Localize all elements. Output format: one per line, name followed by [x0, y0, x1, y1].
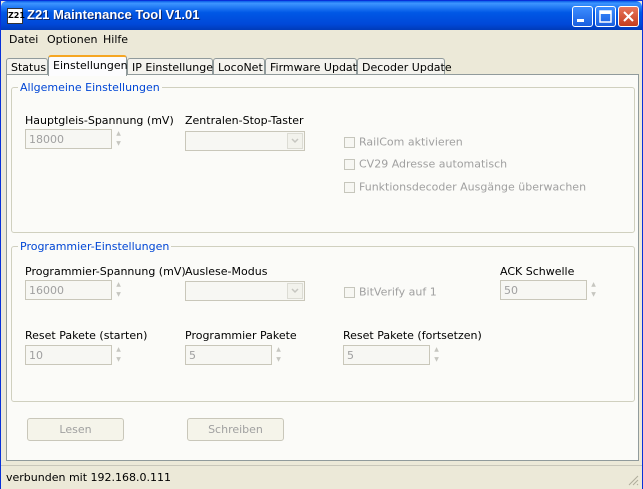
- prog-packets-label: Programmier Pakete: [185, 329, 297, 342]
- prog-packets-stepper[interactable]: 5 ▲ ▼: [185, 345, 285, 365]
- spin-up-icon[interactable]: ▲: [113, 280, 124, 290]
- prog-packets-input[interactable]: 5: [185, 345, 272, 365]
- checkbox-icon: [344, 181, 355, 193]
- app-icon: Z21: [7, 8, 25, 24]
- window-title: Z21 Maintenance Tool V1.01: [27, 7, 200, 22]
- checkbox-icon: [344, 286, 355, 298]
- chevron-down-icon: [291, 138, 299, 144]
- general-settings-title: Allgemeine Einstellungen: [18, 81, 162, 94]
- stop-button-label: Zentralen-Stop-Taster: [185, 114, 304, 127]
- track-voltage-stepper[interactable]: 18000 ▲ ▼: [25, 129, 125, 149]
- spin-up-icon[interactable]: ▲: [273, 345, 284, 355]
- write-button[interactable]: Schreiben: [187, 418, 284, 441]
- read-mode-select[interactable]: [185, 281, 305, 301]
- stop-button-select[interactable]: [185, 131, 305, 151]
- tab-firmware-update[interactable]: Firmware Update: [265, 58, 364, 75]
- close-icon: [623, 11, 634, 22]
- status-bar: verbunden mit 192.168.0.111: [1, 465, 642, 489]
- reset-continue-label: Reset Pakete (fortsetzen): [343, 329, 482, 342]
- spin-down-icon[interactable]: ▼: [588, 290, 599, 300]
- spin-down-icon[interactable]: ▼: [273, 355, 284, 365]
- read-button[interactable]: Lesen: [27, 418, 124, 441]
- railcom-label: RailCom aktivieren: [359, 135, 463, 149]
- menu-hilfe[interactable]: Hilfe: [103, 33, 128, 46]
- reset-start-stepper[interactable]: 10 ▲ ▼: [25, 345, 125, 365]
- cv29-label: CV29 Adresse automatisch: [359, 157, 508, 171]
- prog-voltage-stepper[interactable]: 16000 ▲ ▼: [25, 280, 125, 300]
- menu-optionen[interactable]: Optionen: [47, 33, 97, 46]
- prog-voltage-input[interactable]: 16000: [25, 280, 112, 300]
- resize-grip-icon[interactable]: [627, 474, 639, 486]
- track-voltage-input[interactable]: 18000: [25, 129, 112, 149]
- reset-start-input[interactable]: 10: [25, 345, 112, 365]
- ack-threshold-input[interactable]: 50: [500, 280, 587, 300]
- maximize-icon: [599, 10, 612, 23]
- main-window: Z21 Z21 Maintenance Tool V1.01 Datei Opt…: [0, 0, 643, 489]
- track-voltage-label: Hauptgleis-Spannung (mV): [25, 114, 174, 127]
- checkbox-icon: [344, 136, 355, 148]
- menu-bar: Datei Optionen Hilfe: [1, 30, 642, 49]
- chevron-down-icon: [291, 288, 299, 294]
- spin-up-icon[interactable]: ▲: [113, 129, 124, 139]
- programming-settings-group: Programmier-Einstellungen Programmier-Sp…: [11, 240, 635, 402]
- minimize-icon: [577, 19, 584, 22]
- settings-panel: Allgemeine Einstellungen Hauptgleis-Span…: [6, 74, 639, 461]
- bitverify-checkbox[interactable]: BitVerify auf 1: [344, 285, 437, 299]
- spin-up-icon[interactable]: ▲: [431, 345, 442, 355]
- spin-down-icon[interactable]: ▼: [431, 355, 442, 365]
- prog-voltage-label: Programmier-Spannung (mV): [25, 265, 186, 278]
- spin-up-icon[interactable]: ▲: [588, 280, 599, 290]
- close-button[interactable]: [618, 6, 639, 27]
- minimize-button[interactable]: [572, 6, 593, 27]
- reset-continue-input[interactable]: 5: [343, 345, 430, 365]
- programming-settings-title: Programmier-Einstellungen: [18, 240, 172, 253]
- menu-datei[interactable]: Datei: [9, 33, 38, 46]
- spin-down-icon[interactable]: ▼: [113, 139, 124, 149]
- checkbox-icon: [344, 158, 355, 170]
- dropdown-button[interactable]: [287, 133, 303, 149]
- read-mode-label: Auslese-Modus: [185, 265, 268, 278]
- tab-ip-einstellungen[interactable]: IP Einstellungen: [127, 58, 220, 75]
- railcom-checkbox[interactable]: RailCom aktivieren: [344, 135, 463, 149]
- dropdown-button[interactable]: [287, 283, 303, 299]
- ack-threshold-stepper[interactable]: 50 ▲ ▼: [500, 280, 600, 300]
- bitverify-label: BitVerify auf 1: [359, 285, 437, 299]
- tab-einstellungen[interactable]: Einstellungen: [48, 55, 128, 76]
- spin-down-icon[interactable]: ▼: [113, 355, 124, 365]
- reset-start-label: Reset Pakete (starten): [25, 329, 148, 342]
- connection-status: verbunden mit 192.168.0.111: [6, 471, 171, 484]
- func-decoder-label: Funktionsdecoder Ausgänge überwachen: [359, 180, 587, 194]
- general-settings-group: Allgemeine Einstellungen Hauptgleis-Span…: [11, 81, 635, 233]
- tab-status[interactable]: Status: [6, 58, 48, 75]
- tab-decoder-update[interactable]: Decoder Update: [357, 58, 452, 75]
- spin-down-icon[interactable]: ▼: [113, 290, 124, 300]
- maximize-button[interactable]: [595, 6, 616, 27]
- cv29-checkbox[interactable]: CV29 Adresse automatisch: [344, 157, 507, 171]
- tab-loconet[interactable]: LocoNet: [213, 58, 265, 75]
- reset-continue-stepper[interactable]: 5 ▲ ▼: [343, 345, 443, 365]
- spin-up-icon[interactable]: ▲: [113, 345, 124, 355]
- title-bar[interactable]: Z21 Z21 Maintenance Tool V1.01: [1, 1, 642, 30]
- ack-threshold-label: ACK Schwelle: [500, 265, 575, 278]
- func-decoder-checkbox[interactable]: Funktionsdecoder Ausgänge überwachen: [344, 180, 586, 194]
